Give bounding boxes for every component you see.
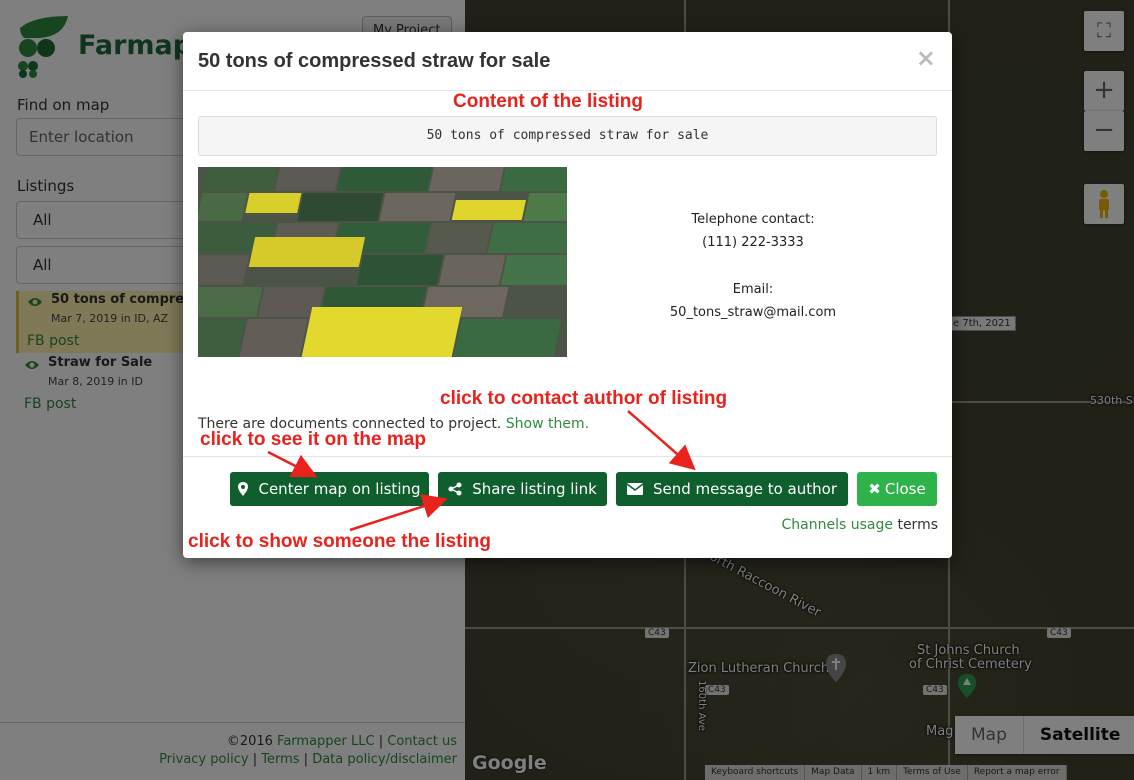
annotation-contact: click to contact author of listing <box>440 388 728 409</box>
listing-photo <box>198 167 567 357</box>
annotation-see-map: click to see it on the map <box>200 429 426 450</box>
x-icon: ✖ <box>868 480 881 498</box>
send-message-label: Send message to author <box>653 480 837 498</box>
share-link-button[interactable]: Share listing link <box>438 472 607 506</box>
contact-info: Telephone contact: (111) 222-3333 Email:… <box>623 208 883 324</box>
send-message-button[interactable]: Send message to author <box>616 472 848 506</box>
channels-usage-terms: Channels usage terms <box>782 517 938 533</box>
annotation-content: Content of the listing <box>453 91 643 112</box>
telephone-value: (111) 222-3333 <box>702 235 804 250</box>
email-label: Email: <box>732 282 774 297</box>
channels-usage-link[interactable]: Channels usage <box>782 517 893 533</box>
center-map-button[interactable]: Center map on listing <box>230 472 429 506</box>
annotation-show-someone: click to show someone the listing <box>188 531 491 552</box>
share-link-label: Share listing link <box>472 480 597 498</box>
close-button[interactable]: ✖ Close <box>857 472 937 506</box>
map-marker-icon <box>238 482 249 496</box>
show-documents-link[interactable]: Show them. <box>506 416 589 432</box>
listing-content-box: 50 tons of compressed straw for sale <box>198 116 937 156</box>
envelope-icon <box>627 483 643 495</box>
channels-terms-text: terms <box>897 517 938 533</box>
close-label: Close <box>884 480 926 498</box>
modal-divider <box>183 456 952 457</box>
telephone-label: Telephone contact: <box>691 212 815 227</box>
center-map-label: Center map on listing <box>258 480 421 498</box>
share-icon <box>448 482 462 496</box>
modal-title: 50 tons of compressed straw for sale <box>198 50 551 72</box>
email-value: 50_tons_straw@mail.com <box>669 305 837 320</box>
close-icon[interactable]: × <box>916 44 936 72</box>
